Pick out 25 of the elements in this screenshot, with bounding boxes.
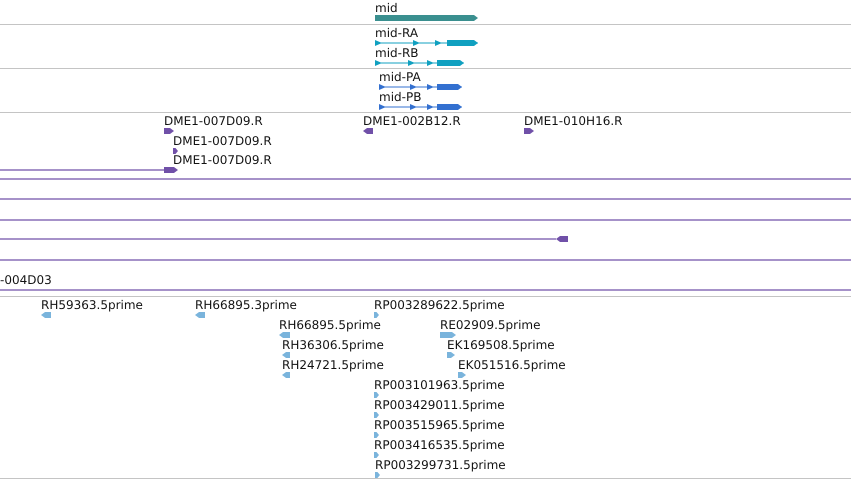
feature-label: RH36306.5prime [282,338,384,352]
feature-label: mid-PB [379,90,422,104]
feature-label: RH66895.3prime [195,298,297,312]
feature-label: DME1-007D09.R [173,153,272,167]
feature-label: EK051516.5prime [458,358,566,372]
feature-label: RP003429011.5prime [374,398,505,412]
feature-label: mid-PA [379,70,421,84]
feature-label: DME1-007D09.R [173,134,272,148]
feature-label: RP003101963.5prime [374,378,505,392]
feature-label: mid-RB [375,46,419,60]
feature-label: mid-RA [375,26,418,40]
feature-label: RP003515965.5prime [374,418,505,432]
feature-label: RP003416535.5prime [374,438,505,452]
feature-label: RP003289622.5prime [374,298,505,312]
feature-label: -004D03 [0,273,52,287]
feature-label: DME1-007D09.R [164,114,263,128]
feature-label: RE02909.5prime [440,318,540,332]
feature-label: mid [375,1,398,15]
feature-label: DME1-010H16.R [524,114,622,128]
feature-label: RP003299731.5prime [375,458,506,472]
feature-label: RH59363.5prime [41,298,143,312]
feature-label: EK169508.5prime [447,338,555,352]
feature-label: RH66895.5prime [279,318,381,332]
feature-label: RH24721.5prime [282,358,384,372]
feature-label: DME1-002B12.R [363,114,461,128]
